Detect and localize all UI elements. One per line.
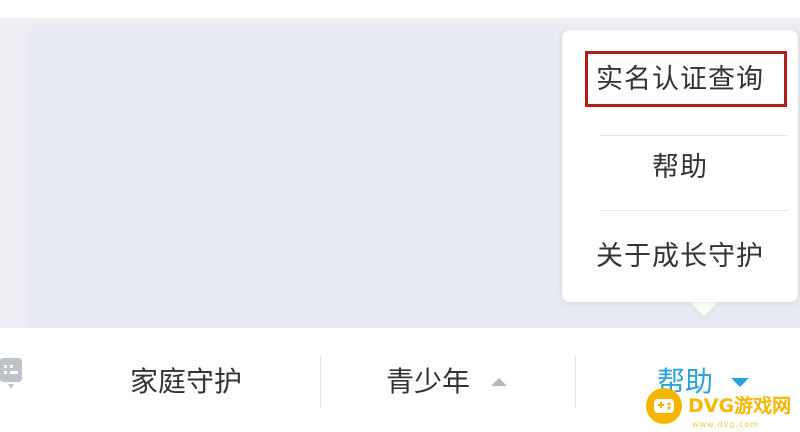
watermark-text: DVG游戏网 — [688, 395, 792, 417]
menu-item-help[interactable]: 帮助 — [562, 146, 798, 190]
nav-divider — [575, 356, 576, 408]
highlight-annotation-box — [585, 51, 787, 107]
top-strip — [0, 0, 800, 18]
keyboard-icon[interactable] — [0, 358, 24, 392]
nav-youth[interactable]: 青少年 — [386, 362, 470, 402]
nav-divider — [320, 356, 321, 408]
menu-divider — [600, 135, 788, 136]
caret-up-icon — [491, 378, 507, 386]
gamepad-icon — [646, 388, 682, 424]
nav-family-guard[interactable]: 家庭守护 — [130, 362, 242, 402]
watermark-url: www.dvg.com — [692, 420, 759, 429]
menu-divider — [600, 210, 788, 211]
menu-item-about-growth-guard[interactable]: 关于成长守护 — [562, 235, 798, 279]
app-screen: 实名认证查询 帮助 关于成长守护 家庭守护 青少年 帮助 DVG游戏网 www.… — [0, 0, 800, 432]
